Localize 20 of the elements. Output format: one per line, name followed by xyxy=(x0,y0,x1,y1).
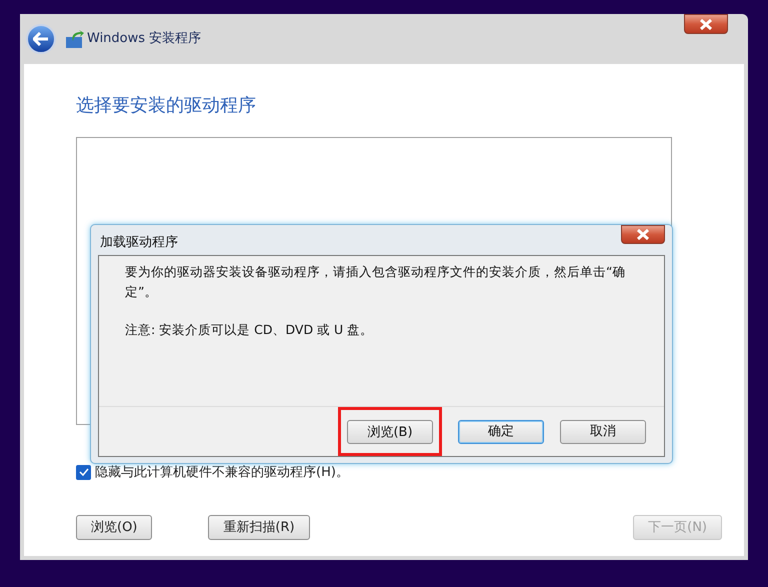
dialog-title: 加载驱动程序 xyxy=(99,234,178,252)
window-title: Windows 安装程序 xyxy=(87,30,202,48)
action-button[interactable]: 重新扫描(R) xyxy=(208,515,310,540)
close-icon xyxy=(699,18,713,30)
page-heading: 选择要安装的驱动程序 xyxy=(76,94,257,118)
dialog-button[interactable]: 确定 xyxy=(458,420,544,444)
close-button[interactable] xyxy=(684,14,728,34)
action-button[interactable]: 浏览(O) xyxy=(76,515,152,540)
checkbox[interactable] xyxy=(76,465,91,480)
dialog-message: 要为你的驱动器安装设备驱动程序，请插入包含驱动程序文件的安装介质，然后单击“确定”。 xyxy=(125,263,626,301)
back-button[interactable] xyxy=(26,24,56,54)
check-icon xyxy=(78,468,88,478)
setup-icon xyxy=(65,29,85,49)
close-icon xyxy=(636,229,650,240)
dialog-button[interactable]: 取消 xyxy=(560,420,646,444)
checkbox-label: 隐藏与此计算机硬件不兼容的驱动程序(H)。 xyxy=(95,464,349,482)
dialog-button[interactable]: 浏览(B) xyxy=(347,420,433,444)
close-button[interactable] xyxy=(621,225,665,244)
back-arrow-icon xyxy=(33,32,49,46)
dialog-note: 注意: 安装介质可以是 CD、DVD 或 U 盘。 xyxy=(125,321,374,339)
